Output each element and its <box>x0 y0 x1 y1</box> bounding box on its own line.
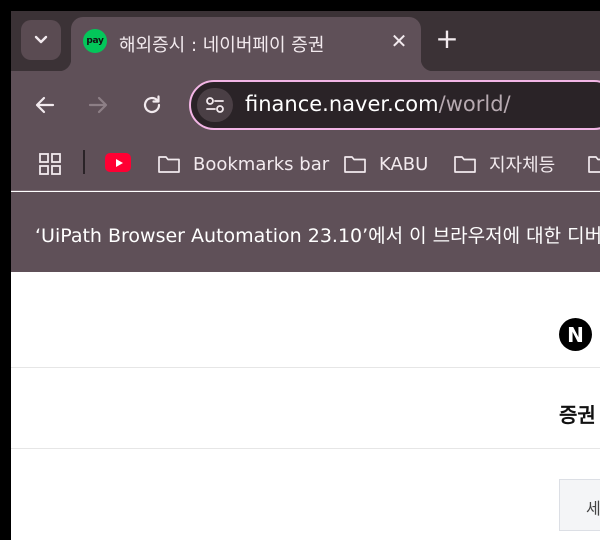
new-tab-plus-icon[interactable]: + <box>435 25 459 53</box>
tab-search-button[interactable] <box>21 20 61 60</box>
folder-icon <box>344 156 366 173</box>
tab-strip: pay 해외증시 : 네이버페이 증권 ✕ + <box>11 11 600 71</box>
folder-icon <box>454 156 476 173</box>
header-divider <box>11 367 600 368</box>
page-content: N 증권 세 <box>11 272 600 540</box>
site-info-button[interactable] <box>197 88 233 122</box>
naverpay-favicon-icon: pay <box>83 29 107 53</box>
forward-arrow-icon <box>88 96 108 114</box>
folder-icon <box>158 156 180 173</box>
bookmark-folder-bookmarks-bar[interactable]: Bookmarks bar <box>157 150 329 178</box>
url-host: finance.naver.com <box>245 92 439 116</box>
chevron-down-icon <box>34 35 48 44</box>
url-path: /world/ <box>438 92 511 116</box>
bookmark-folder-jijache[interactable]: 지자체등 <box>453 150 555 178</box>
bookmark-label: 지자체등 <box>489 155 556 176</box>
table-header-text: 세 <box>586 499 600 518</box>
tab-close-icon[interactable]: ✕ <box>389 31 409 51</box>
url-text: finance.naver.com/world/ <box>245 92 511 116</box>
reload-button[interactable] <box>138 91 166 119</box>
back-arrow-icon <box>35 96 55 114</box>
bookmark-label: KABU <box>379 153 429 175</box>
table-header-cell: 세 <box>559 479 600 531</box>
address-bar[interactable]: finance.naver.com/world/ <box>189 80 600 130</box>
active-tab[interactable]: pay 해외증시 : 네이버페이 증권 ✕ <box>59 17 433 71</box>
bookmark-label: Bookmarks bar <box>193 153 330 175</box>
youtube-icon[interactable] <box>105 153 131 172</box>
folder-icon <box>588 156 600 173</box>
automation-infobar: ‘UiPath Browser Automation 23.10’에서 이 브라… <box>11 192 600 272</box>
toolbar: finance.naver.com/world/ <box>11 71 600 139</box>
browser-window: pay 해외증시 : 네이버페이 증권 ✕ + finance.naver.co… <box>11 11 600 540</box>
site-info-icon <box>206 97 224 113</box>
apps-grid-icon[interactable] <box>38 152 62 176</box>
forward-button[interactable] <box>84 91 112 119</box>
back-button[interactable] <box>31 91 59 119</box>
bookmark-folder-kabu[interactable]: KABU <box>343 150 428 178</box>
naver-logo-icon[interactable]: N <box>559 318 592 351</box>
bookmarks-bar: Bookmarks bar KABU 지자체등 <box>11 139 600 191</box>
nav-divider <box>11 448 600 449</box>
bookmarks-separator <box>83 150 85 174</box>
infobar-message: ‘UiPath Browser Automation 23.10’에서 이 브라… <box>35 225 600 247</box>
tab-title: 해외증시 : 네이버페이 증권 <box>119 35 325 56</box>
reload-icon <box>143 95 161 114</box>
bookmark-folder-overflow[interactable] <box>587 150 600 178</box>
nav-securities-link[interactable]: 증권 <box>559 399 596 428</box>
